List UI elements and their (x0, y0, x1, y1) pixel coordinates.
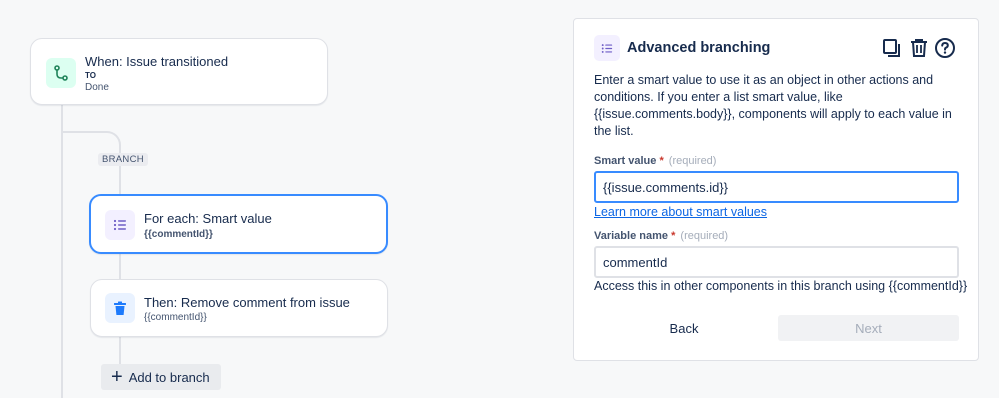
list-icon (105, 210, 135, 240)
trash-icon (105, 293, 135, 323)
panel-title: Advanced branching (627, 40, 771, 56)
back-button[interactable]: Back (624, 315, 744, 341)
copy-icon[interactable] (881, 37, 903, 59)
variable-name-input[interactable]: commentId (594, 246, 959, 278)
branch-connector-line (119, 160, 121, 370)
panel-description: Enter a smart value to use it as an obje… (594, 73, 952, 138)
next-button[interactable]: Next (778, 315, 959, 341)
smart-value-text: {{issue.comments.id}} (603, 179, 729, 195)
variable-help-text: Access this in other components in this … (594, 279, 968, 293)
remove-sub: {{commentId}} (144, 312, 207, 323)
smart-value-input[interactable]: {{issue.comments.id}} (594, 171, 959, 203)
variable-name-label: Variable name * (required) (594, 230, 729, 242)
plus-icon: + (111, 366, 123, 388)
list-icon (594, 35, 620, 61)
add-to-branch-button[interactable]: + Add to branch (101, 364, 221, 390)
trigger-card[interactable]: When: Issue transitioned TO Done (30, 38, 328, 105)
smart-value-label: Smart value * (required) (594, 155, 717, 167)
trigger-icon (46, 58, 76, 88)
remove-title: Then: Remove comment from issue (144, 295, 350, 310)
branch-tag: BRANCH (98, 153, 148, 166)
trash-icon[interactable] (908, 37, 930, 59)
foreach-card[interactable]: For each: Smart value {{commentId}} (89, 194, 388, 254)
foreach-sub: {{commentId}} (144, 229, 213, 240)
trigger-to-label: TO (85, 71, 96, 80)
trigger-title: When: Issue transitioned (85, 54, 229, 69)
help-icon[interactable] (934, 37, 956, 59)
advanced-branching-panel: Advanced branching Enter a smart value t… (573, 18, 979, 361)
variable-name-text: commentId (603, 254, 668, 270)
learn-more-link[interactable]: Learn more about smart values (594, 205, 767, 219)
trigger-to-value: Done (85, 82, 109, 93)
foreach-title: For each: Smart value (144, 211, 272, 226)
remove-comment-card[interactable]: Then: Remove comment from issue {{commen… (90, 279, 388, 337)
add-to-branch-label: Add to branch (128, 369, 210, 385)
